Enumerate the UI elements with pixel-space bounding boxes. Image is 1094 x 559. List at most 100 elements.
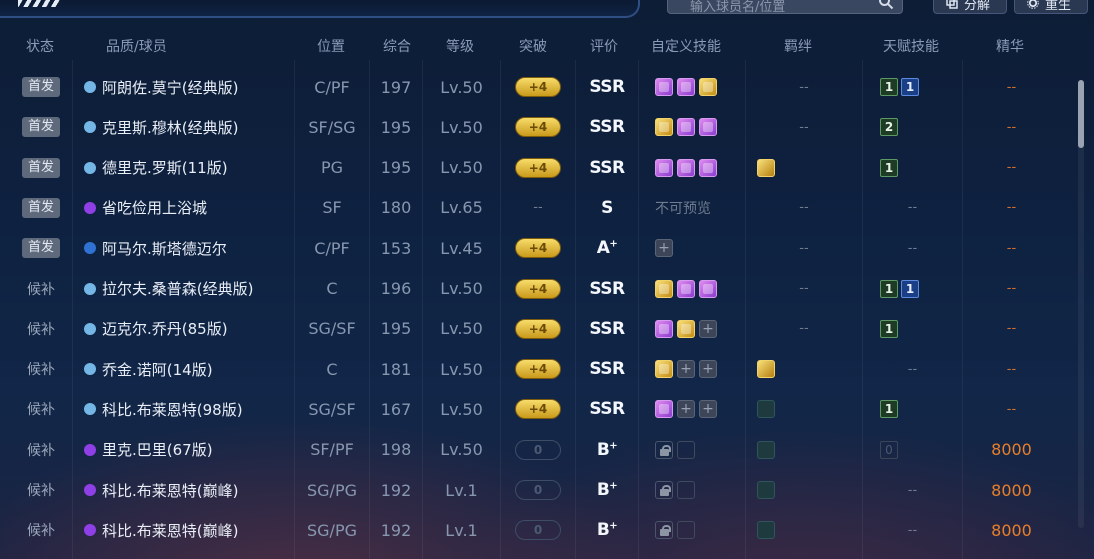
col-breakthrough[interactable]: 突破 [519,36,547,56]
player-cell[interactable]: 科比.布莱恩特(巅峰) [84,470,238,510]
bond-icon[interactable] [757,521,775,540]
skill-icon[interactable] [655,360,673,379]
talent-badge[interactable]: 1 [880,78,898,96]
col-status[interactable]: 状态 [26,36,54,56]
skill-icon[interactable] [655,279,673,298]
empty-skill-slot[interactable] [677,440,695,459]
bond-icon[interactable] [757,400,775,419]
decompose-button[interactable]: 分解 [933,0,1007,14]
skill-icon[interactable] [699,279,717,298]
table-row[interactable]: 首发 省吃俭用上浴城 SF 180 Lv.65 -- S 不可预览 -- -- -- [0,188,1060,228]
player-cell[interactable]: 阿朗佐.莫宁(经典版) [84,67,238,107]
talent-badge[interactable]: 0 [880,440,898,459]
lock-icon[interactable] [655,521,673,540]
skill-icon[interactable] [655,319,673,338]
scrollbar[interactable] [1078,80,1084,528]
player-name[interactable]: 阿马尔.斯塔德迈尔 [102,238,227,259]
level-cell: Lv.50 [423,389,500,429]
skill-icon[interactable] [655,118,673,137]
col-talents[interactable]: 天赋技能 [883,36,939,56]
table-row[interactable]: 候补 科比.布莱恩特(巅峰) SG/PG 192 Lv.1 0 B+ -- 8000 [0,470,1060,510]
player-cell[interactable]: 拉尔夫.桑普森(经典版) [84,269,253,309]
skill-icon[interactable] [655,400,673,419]
bond-icon[interactable] [757,158,775,177]
add-skill-slot[interactable]: + [677,360,695,379]
player-name[interactable]: 科比.布莱恩特(巅峰) [102,480,238,501]
player-cell[interactable]: 德里克.罗斯(11版) [84,148,228,188]
col-player[interactable]: 品质/球员 [106,36,167,56]
essence-cell: -- [963,389,1060,429]
lock-icon[interactable] [655,440,673,459]
table-row[interactable]: 候补 科比.布莱恩特(巅峰) SG/PG 192 Lv.1 0 B+ -- 8000 [0,510,1060,550]
player-name[interactable]: 克里斯.穆林(经典版) [102,117,238,138]
table-row[interactable]: 首发 阿朗佐.莫宁(经典版) C/PF 197 Lv.50 +4 SSR -- 1 1 -- [0,67,1060,107]
player-name[interactable]: 省吃俭用上浴城 [102,197,207,218]
player-name[interactable]: 迈克尔.乔丹(85版) [102,318,228,339]
col-rating[interactable]: 评价 [590,36,618,56]
col-essence[interactable]: 精华 [996,36,1024,56]
player-cell[interactable]: 科比.布莱恩特(98版) [84,389,243,429]
skill-icon[interactable] [677,78,695,96]
player-name[interactable]: 德里克.罗斯(11版) [102,157,228,178]
player-cell[interactable]: 乔金.诺阿(14版) [84,349,213,389]
col-custom-skills[interactable]: 自定义技能 [651,36,721,56]
col-overall[interactable]: 综合 [383,36,411,56]
talent-badge[interactable]: 1 [880,400,898,419]
skill-icon[interactable] [699,118,717,137]
player-cell[interactable]: 里克.巴里(67版) [84,430,213,470]
player-name[interactable]: 里克.巴里(67版) [102,439,213,460]
player-cell[interactable]: 迈克尔.乔丹(85版) [84,309,228,349]
col-level[interactable]: 等级 [446,36,474,56]
add-skill-slot[interactable]: + [677,400,695,419]
skill-glyph [659,323,669,334]
skill-icon[interactable] [699,158,717,177]
empty-skill-slot[interactable] [677,521,695,540]
bond-icon[interactable] [757,440,775,459]
talent-badge[interactable]: 1 [880,158,898,177]
skill-icon[interactable] [677,279,695,298]
rating-badge: A+ [597,238,618,258]
scrollbar-thumb[interactable] [1078,80,1084,148]
col-position[interactable]: 位置 [317,36,345,56]
skill-icon[interactable] [655,158,673,177]
skill-icon[interactable] [677,118,695,137]
bond-icon[interactable] [757,360,775,379]
player-name[interactable]: 科比.布莱恩特(98版) [102,399,243,420]
bond-icon[interactable] [757,481,775,499]
player-name[interactable]: 科比.布莱恩特(巅峰) [102,520,238,541]
skill-icon[interactable] [677,319,695,338]
col-bonds[interactable]: 羁绊 [784,36,812,56]
table-row[interactable]: 候补 乔金.诺阿(14版) C 181 Lv.50 +4 SSR + + -- -- [0,349,1060,389]
table-row[interactable]: 候补 科比.布莱恩特(98版) SG/SF 167 Lv.50 +4 SSR + +1 -- [0,389,1060,429]
add-skill-slot[interactable]: + [699,319,717,338]
player-cell[interactable]: 克里斯.穆林(经典版) [84,107,238,147]
player-name[interactable]: 阿朗佐.莫宁(经典版) [102,77,238,98]
talent-badge[interactable]: 2 [880,118,898,137]
table-row[interactable]: 首发 克里斯.穆林(经典版) SF/SG 195 Lv.50 +4 SSR -- 2 -- [0,107,1060,147]
talent-badge[interactable]: 1 [880,319,898,338]
search-input[interactable]: 输入球员名/位置 [667,0,903,15]
talent-badge[interactable]: 1 [901,279,919,298]
player-cell[interactable]: 科比.布莱恩特(巅峰) [84,510,238,550]
table-row[interactable]: 首发 阿马尔.斯塔德迈尔 C/PF 153 Lv.45 +4 A+ + -- -- -- [0,228,1060,268]
player-cell[interactable]: 阿马尔.斯塔德迈尔 [84,228,227,268]
player-name[interactable]: 拉尔夫.桑普森(经典版) [102,278,253,299]
skill-icon[interactable] [655,78,673,96]
table-row[interactable]: 首发 德里克.罗斯(11版) PG 195 Lv.50 +4 SSR 1 -- [0,148,1060,188]
player-name[interactable]: 乔金.诺阿(14版) [102,359,213,380]
search-icon[interactable] [878,0,894,10]
empty-skill-slot[interactable] [677,481,695,499]
table-row[interactable]: 候补 迈克尔.乔丹(85版) SG/SF 195 Lv.50 +4 SSR + -- 1 -- [0,309,1060,349]
reset-button[interactable]: 重生 [1014,0,1088,14]
add-skill-slot[interactable]: + [699,360,717,379]
skill-icon[interactable] [699,78,717,96]
lock-icon[interactable] [655,481,673,499]
talent-badge[interactable]: 1 [901,78,919,96]
player-cell[interactable]: 省吃俭用上浴城 [84,188,207,228]
table-row[interactable]: 候补 拉尔夫.桑普森(经典版) C 196 Lv.50 +4 SSR -- 1 1 -- [0,269,1060,309]
talent-badge[interactable]: 1 [880,279,898,298]
add-skill-slot[interactable]: + [699,400,717,419]
table-row[interactable]: 候补 里克.巴里(67版) SF/PF 198 Lv.50 0 B+ 0 8000 [0,430,1060,470]
skill-icon[interactable] [677,158,695,177]
add-skill-slot[interactable]: + [655,239,673,258]
